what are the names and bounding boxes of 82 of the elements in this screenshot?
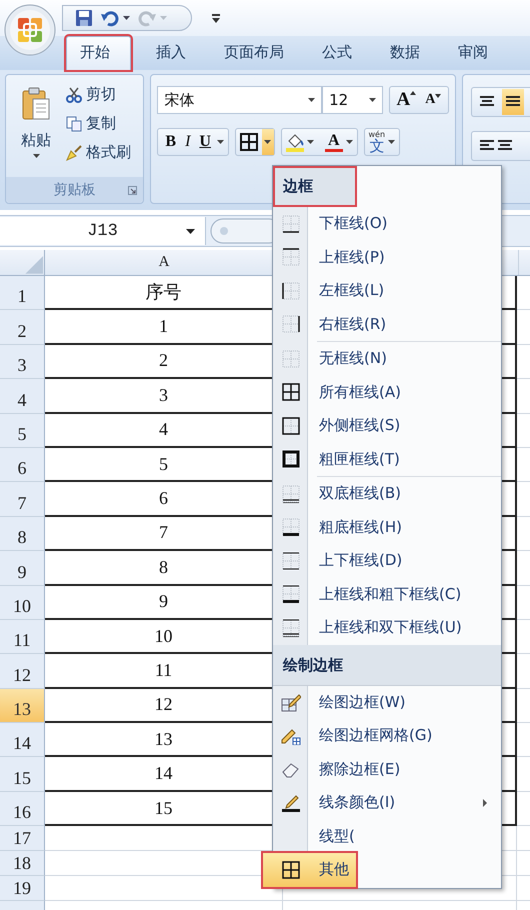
dropdown-arrow-icon[interactable] bbox=[186, 229, 195, 234]
row-header[interactable]: 10 bbox=[0, 586, 45, 620]
ribbon-tab[interactable]: 数据 bbox=[377, 37, 433, 70]
top-double-bottom-border-icon bbox=[282, 618, 300, 637]
save-icon[interactable] bbox=[75, 9, 93, 27]
thick-bottom-border-icon bbox=[282, 518, 300, 536]
underline-button[interactable]: U bbox=[196, 133, 214, 151]
all-borders-icon bbox=[282, 383, 300, 402]
bold-button[interactable]: B bbox=[162, 133, 180, 151]
brush-icon bbox=[66, 144, 82, 160]
caret-icon[interactable] bbox=[346, 140, 353, 144]
row-header[interactable]: 8 bbox=[0, 516, 45, 552]
caret-icon[interactable] bbox=[264, 140, 272, 144]
row-header[interactable]: 18 bbox=[0, 851, 45, 876]
ribbon-tab[interactable]: 插入 bbox=[143, 37, 199, 70]
paste-button[interactable]: 粘贴 bbox=[14, 81, 58, 177]
row-header[interactable]: 14 bbox=[0, 723, 45, 758]
caret-icon[interactable] bbox=[306, 140, 314, 144]
row-header[interactable]: 1 bbox=[0, 276, 45, 310]
dialog-launcher-icon[interactable] bbox=[128, 186, 138, 195]
all-borders-icon bbox=[282, 860, 300, 879]
grow-font-button[interactable]: A bbox=[394, 89, 420, 111]
double-bottom-border-icon bbox=[282, 484, 300, 503]
down-triangle-icon bbox=[435, 94, 442, 98]
up-triangle-icon bbox=[410, 91, 416, 95]
font-color-button[interactable]: A bbox=[324, 132, 343, 152]
borders-icon[interactable] bbox=[240, 133, 258, 151]
row-header[interactable]: 2 bbox=[0, 310, 45, 345]
row-header[interactable]: 9 bbox=[0, 551, 45, 586]
ribbon-tab[interactable]: 公式 bbox=[309, 37, 365, 70]
ribbon-tab[interactable]: 审阅 bbox=[445, 37, 501, 70]
border-bottom-icon bbox=[282, 214, 300, 233]
menu-heading: 绘制边框 bbox=[273, 644, 501, 686]
customize-icon[interactable] bbox=[211, 13, 221, 23]
ribbon-button[interactable]: 格式刷 bbox=[66, 139, 131, 166]
menu-heading: 边框 bbox=[273, 166, 357, 207]
ribbon-tab[interactable]: 页面布局 bbox=[211, 37, 297, 70]
row-header[interactable]: 7 bbox=[0, 482, 45, 517]
ribbon-tab[interactable]: 开始 bbox=[66, 36, 131, 70]
row-header[interactable]: 17 bbox=[0, 826, 45, 852]
border-top-icon bbox=[282, 248, 300, 266]
caret-icon[interactable] bbox=[123, 16, 130, 20]
row-header[interactable]: 16 bbox=[0, 792, 45, 826]
border-right-icon bbox=[282, 315, 300, 334]
ribbon-button[interactable]: 剪切 bbox=[66, 81, 131, 108]
menu-item[interactable]: 下框线(O) bbox=[273, 207, 501, 240]
top-thick-bottom-border-icon bbox=[282, 585, 300, 604]
caret-icon[interactable] bbox=[308, 98, 316, 102]
top-bottom-border-icon bbox=[282, 552, 300, 570]
pencil-grid-icon bbox=[280, 692, 300, 712]
row-header[interactable]: 15 bbox=[0, 757, 45, 792]
row-header[interactable]: 4 bbox=[0, 379, 45, 414]
menu-item[interactable]: 其他 bbox=[263, 853, 356, 886]
caret-icon[interactable] bbox=[368, 98, 376, 102]
clipboard-icon bbox=[21, 87, 51, 121]
name-box[interactable]: J13 bbox=[0, 217, 206, 245]
row-header[interactable]: 19 bbox=[0, 876, 45, 902]
caret-icon[interactable] bbox=[216, 140, 224, 144]
scissors-icon bbox=[66, 86, 82, 102]
borders-dropdown-button[interactable] bbox=[262, 129, 274, 155]
no-border-icon bbox=[282, 350, 300, 368]
copy-icon bbox=[66, 116, 82, 132]
font-name-field[interactable]: 宋体 bbox=[157, 86, 322, 114]
row-header[interactable]: 11 bbox=[0, 620, 45, 654]
fill-bucket-icon[interactable] bbox=[286, 132, 304, 152]
font-size-field[interactable]: 12 bbox=[322, 86, 383, 114]
group-label: 剪贴板 bbox=[54, 181, 96, 199]
outside-border-icon bbox=[282, 416, 300, 435]
row-header[interactable]: 3 bbox=[0, 344, 45, 380]
row-header[interactable]: 13 bbox=[0, 688, 45, 724]
ribbon-button[interactable]: 复制 bbox=[66, 110, 131, 137]
caret-icon[interactable] bbox=[32, 154, 40, 158]
shrink-font-button[interactable]: A bbox=[422, 92, 444, 108]
row-header[interactable]: 12 bbox=[0, 654, 45, 689]
caret-icon[interactable] bbox=[388, 140, 396, 144]
undo-icon[interactable] bbox=[101, 9, 119, 27]
pencil-line-icon bbox=[280, 793, 300, 812]
thick-box-border-icon bbox=[282, 450, 300, 468]
border-left-icon bbox=[282, 282, 300, 300]
row-header[interactable]: 6 bbox=[0, 448, 45, 482]
row-header[interactable]: 5 bbox=[0, 414, 45, 448]
italic-button[interactable]: I bbox=[182, 133, 194, 151]
